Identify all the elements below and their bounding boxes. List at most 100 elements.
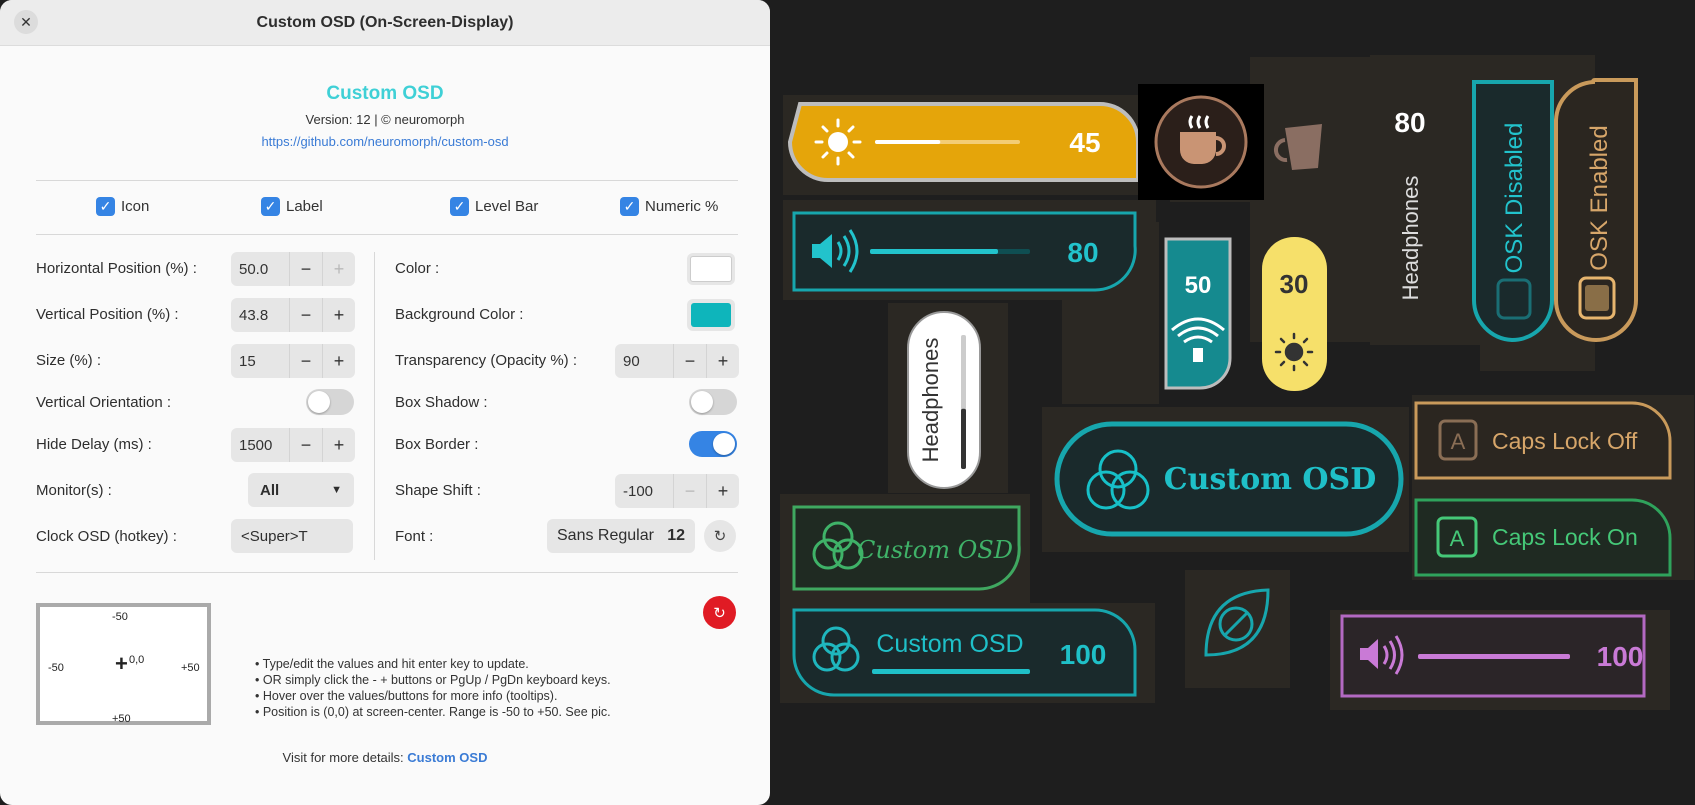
border-toggle[interactable]	[689, 431, 737, 457]
github-link[interactable]: https://github.com/neuromorph/custom-osd	[0, 134, 770, 149]
osk-enabled-label: OSK Enabled	[1586, 125, 1613, 270]
color-label: Color :	[395, 260, 440, 277]
transparency-value[interactable]: 90	[615, 353, 673, 370]
headphones-label: Headphones	[1398, 176, 1423, 301]
shift-plus-button[interactable]: +	[706, 474, 739, 508]
volume-pink-osd: 100	[1340, 614, 1646, 698]
reset-font-button[interactable]: ↻	[704, 520, 736, 552]
monitor-dropdown[interactable]: All ▼	[248, 473, 354, 507]
hpos-plus-button[interactable]: +	[322, 252, 355, 286]
close-icon: ✕	[20, 13, 32, 30]
visit-link[interactable]: Custom OSD	[407, 750, 487, 765]
diagram-left-label: -50	[48, 662, 64, 674]
diagram-right-label: +50	[181, 662, 200, 674]
icon-checkbox[interactable]: ✓ Icon	[96, 197, 149, 216]
osk-disabled-osd: OSK Disabled	[1471, 80, 1554, 343]
caps-off-osd: A Caps Lock Off	[1414, 401, 1672, 480]
color-swatch	[690, 256, 732, 282]
size-minus-button[interactable]: −	[289, 344, 322, 378]
wifi-osd: 50	[1164, 237, 1232, 390]
delay-label: Hide Delay (ms) :	[36, 436, 152, 453]
color-button[interactable]	[687, 253, 735, 285]
caps-on-osd: A Caps Lock On	[1414, 498, 1672, 577]
transparency-minus-button[interactable]: −	[673, 344, 706, 378]
column-divider	[374, 252, 375, 560]
hpos-spinner: 50.0 − +	[231, 252, 355, 286]
numeric-checkbox[interactable]: ✓ Numeric %	[620, 197, 718, 216]
orientation-label: Vertical Orientation :	[36, 394, 172, 411]
delay-minus-button[interactable]: −	[289, 428, 322, 462]
headphones-osd: Headphones	[907, 311, 981, 489]
brightness-value: 45	[1069, 127, 1100, 158]
close-button[interactable]: ✕	[14, 10, 38, 34]
shadow-toggle[interactable]	[689, 389, 737, 415]
volume-pink-value: 100	[1597, 641, 1644, 672]
size-value[interactable]: 15	[231, 353, 289, 370]
headphones-value: 80	[1394, 107, 1425, 138]
delay-value[interactable]: 1500	[231, 437, 289, 454]
osk-disabled-label: OSK Disabled	[1501, 123, 1528, 274]
divider	[36, 572, 738, 573]
custom-osd-large: Custom OSD	[1054, 421, 1404, 537]
shift-minus-button[interactable]: −	[673, 474, 706, 508]
shift-spinner: -100 − +	[615, 474, 739, 508]
custom-osd-bar-label: Custom OSD	[876, 630, 1023, 658]
hpos-minus-button[interactable]: −	[289, 252, 322, 286]
help-text: • Type/edit the values and hit enter key…	[255, 657, 611, 719]
headphones-vertical-label: Headphones	[918, 338, 943, 463]
vpos-label: Vertical Position (%) :	[36, 306, 179, 323]
diagram-bottom-label: +50	[112, 713, 131, 725]
svg-text:A: A	[1450, 526, 1465, 551]
app-name: Custom OSD	[326, 83, 444, 104]
shift-value[interactable]: -100	[615, 483, 673, 500]
delay-plus-button[interactable]: +	[322, 428, 355, 462]
caps-off-label: Caps Lock Off	[1492, 428, 1638, 454]
divider	[36, 234, 738, 235]
custom-osd-large-label: Custom OSD	[1164, 462, 1376, 497]
svg-text:A: A	[1451, 429, 1466, 454]
check-icon: ✓	[620, 197, 639, 216]
custom-osd-script-label: Custom OSD	[857, 536, 1013, 564]
version-text: Version: 12 | © neuromorph	[305, 112, 465, 127]
reset-all-button[interactable]: ↻	[703, 596, 736, 629]
sun-value: 30	[1280, 269, 1309, 299]
transparency-label: Transparency (Opacity %) :	[395, 352, 577, 369]
bgcolor-swatch	[691, 303, 731, 327]
size-plus-button[interactable]: +	[322, 344, 355, 378]
hpos-value[interactable]: 50.0	[231, 261, 289, 278]
custom-osd-bar: Custom OSD 100	[792, 608, 1137, 697]
visit-text: Visit for more details: Custom OSD	[282, 750, 488, 765]
hpos-label: Horizontal Position (%) :	[36, 260, 197, 277]
check-icon: ✓	[450, 197, 469, 216]
window-title: Custom OSD (On-Screen-Display)	[256, 13, 514, 31]
font-name: Sans Regular	[557, 527, 654, 544]
osk-enabled-osd: OSK Enabled	[1554, 78, 1638, 343]
diagram-center-label: 0,0	[129, 654, 145, 666]
orientation-toggle[interactable]	[306, 389, 354, 415]
level-bar-checkbox[interactable]: ✓ Level Bar	[450, 197, 538, 216]
reset-icon: ↻	[713, 604, 726, 622]
monitor-value: All	[260, 481, 280, 499]
diagram-top-label: -50	[112, 611, 128, 623]
osd-showcase: 45 80 50 30 80 Headphones OSK Disabled O…	[780, 55, 1694, 710]
custom-osd-script: Custom OSD	[792, 505, 1021, 591]
volume-osd: 80	[792, 211, 1137, 292]
vpos-value[interactable]: 43.8	[231, 307, 289, 324]
transparency-spinner: 90 − +	[615, 344, 739, 378]
vpos-minus-button[interactable]: −	[289, 298, 322, 332]
reset-icon: ↻	[713, 528, 727, 545]
diagram-cross: +	[115, 651, 128, 676]
shift-label: Shape Shift :	[395, 482, 481, 499]
font-button[interactable]: Sans Regular 12	[547, 519, 695, 553]
label-checkbox[interactable]: ✓ Label	[261, 197, 323, 216]
wifi-value: 50	[1185, 272, 1212, 299]
clock-hotkey-input[interactable]: <Super>T	[231, 519, 353, 553]
bgcolor-button[interactable]	[687, 299, 735, 331]
border-label: Box Border :	[395, 436, 479, 453]
caps-on-label: Caps Lock On	[1492, 524, 1638, 550]
size-spinner: 15 − +	[231, 344, 355, 378]
vpos-plus-button[interactable]: +	[322, 298, 355, 332]
coffee-icon	[1154, 95, 1248, 189]
position-diagram: -50 -50 +50 +50 + 0,0	[36, 603, 211, 725]
transparency-plus-button[interactable]: +	[706, 344, 739, 378]
